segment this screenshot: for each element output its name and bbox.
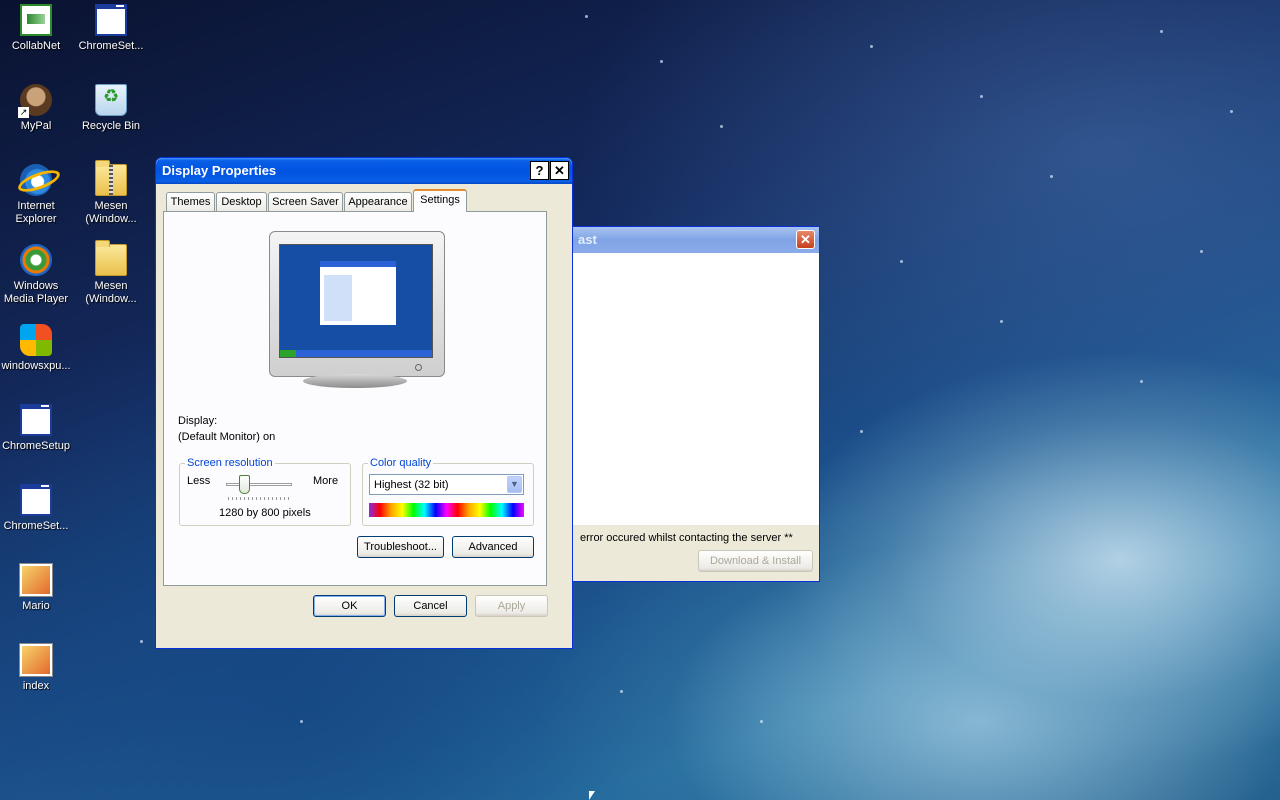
color-quality-selected: Highest (32 bit) [374,479,449,491]
color-spectrum-bar [369,503,524,517]
desktop-icon-label: ChromeSet... [3,520,69,532]
tab-appearance[interactable]: Appearance [344,192,412,211]
window-app-icon [20,484,52,516]
media-player-icon [20,244,52,276]
desktop-icon-mesen-zip[interactable]: Mesen (Window... [73,160,149,226]
tab-settings[interactable]: Settings [413,189,467,212]
image-file-icon [20,644,52,676]
close-button[interactable]: ✕ [796,230,815,249]
zip-folder-icon [95,160,127,196]
cancel-button[interactable]: Cancel [394,595,467,617]
desktop-icon-chromeset-1[interactable]: ChromeSet... [73,4,149,53]
display-label: Display: [178,415,218,427]
desktop-icon-label: Mesen (Window... [85,280,137,305]
desktop-icon-windowsxpu[interactable]: windowsxpu... [0,324,74,373]
desktop-icon-chromeset-2[interactable]: ChromeSet... [0,484,74,533]
troubleshoot-button[interactable]: Troubleshoot... [357,536,444,558]
mypal-shortcut-icon [18,84,52,118]
background-window-titlebar[interactable]: ast ✕ [566,227,819,253]
tab-desktop[interactable]: Desktop [216,192,267,211]
background-window[interactable]: ast ✕ error occured whilst contacting th… [565,226,820,582]
windows-logo-icon [20,324,52,356]
preview-taskbar [280,350,432,357]
folder-icon [95,240,127,276]
screen-resolution-legend: Screen resolution [185,457,275,469]
advanced-button[interactable]: Advanced [452,536,534,558]
recycle-bin-icon [95,84,127,116]
monitor-power-icon [415,364,422,371]
ok-button[interactable]: OK [313,595,386,617]
background-window-title: ast [578,232,597,247]
error-message: error occured whilst contacting the serv… [580,532,793,544]
color-quality-legend: Color quality [368,457,434,469]
close-icon: ✕ [800,232,811,247]
help-icon: ? [535,163,544,178]
display-properties-titlebar[interactable]: Display Properties ? ✕ [156,158,572,184]
window-app-icon [20,404,52,436]
desktop-icon-label: ChromeSet... [78,40,144,52]
desktop-icon-label: Windows Media Player [3,280,69,305]
mouse-cursor [589,791,595,800]
desktop-icon-label: Mario [22,600,50,612]
desktop-icon-index[interactable]: index [0,644,74,693]
desktop-icon-internet-explorer[interactable]: Internet Explorer [0,164,74,226]
window-app-icon [95,4,127,36]
apply-button[interactable]: Apply [475,595,548,617]
desktop-icon-label: CollabNet [11,40,61,52]
collabnet-icon [20,4,52,36]
desktop-icon-collabnet[interactable]: CollabNet [0,4,74,53]
desktop-icon-mypal[interactable]: MyPal [0,84,74,133]
desktop-icon-mario[interactable]: Mario [0,564,74,613]
resolution-less-label: Less [187,475,211,487]
resolution-slider-track[interactable] [226,483,292,486]
preview-window-inner [324,275,352,321]
desktop-icon-label: Mesen (Window... [85,200,137,225]
download-install-button[interactable]: Download & Install [698,550,813,572]
tab-screen-saver[interactable]: Screen Saver [268,192,343,211]
window-title: Display Properties [162,163,277,178]
desktop-icon-recycle-bin[interactable]: Recycle Bin [73,84,149,133]
color-quality-select[interactable]: Highest (32 bit) ▼ [369,474,524,495]
desktop-icon-chromesetup[interactable]: ChromeSetup [0,404,74,453]
monitor-screen [279,244,433,358]
desktop-icon-windows-media-player[interactable]: Windows Media Player [0,244,74,306]
display-value: (Default Monitor) on [178,431,276,443]
resolution-more-label: More [313,475,339,487]
monitor-stand [303,374,407,388]
image-file-icon [20,564,52,596]
desktop-icon-label: Internet Explorer [15,200,57,225]
chevron-down-icon[interactable]: ▼ [507,476,522,493]
desktop-icon-label: Recycle Bin [81,120,141,132]
resolution-slider-ticks [228,497,290,500]
close-icon: ✕ [554,163,565,178]
close-button[interactable]: ✕ [550,161,569,180]
resolution-value: 1280 by 800 pixels [219,507,311,519]
tab-themes[interactable]: Themes [166,192,215,211]
desktop-icon-label: MyPal [20,120,52,132]
internet-explorer-icon [20,164,52,196]
desktop-icon-label: ChromeSetup [2,440,70,452]
background-window-content [566,253,819,525]
desktop-icon-label: windowsxpu... [1,360,71,372]
desktop-icon-label: index [22,680,50,692]
monitor-preview [269,231,445,377]
resolution-slider-thumb[interactable] [239,475,250,494]
desktop-icon-mesen-folder[interactable]: Mesen (Window... [73,240,149,306]
help-button[interactable]: ? [530,161,549,180]
